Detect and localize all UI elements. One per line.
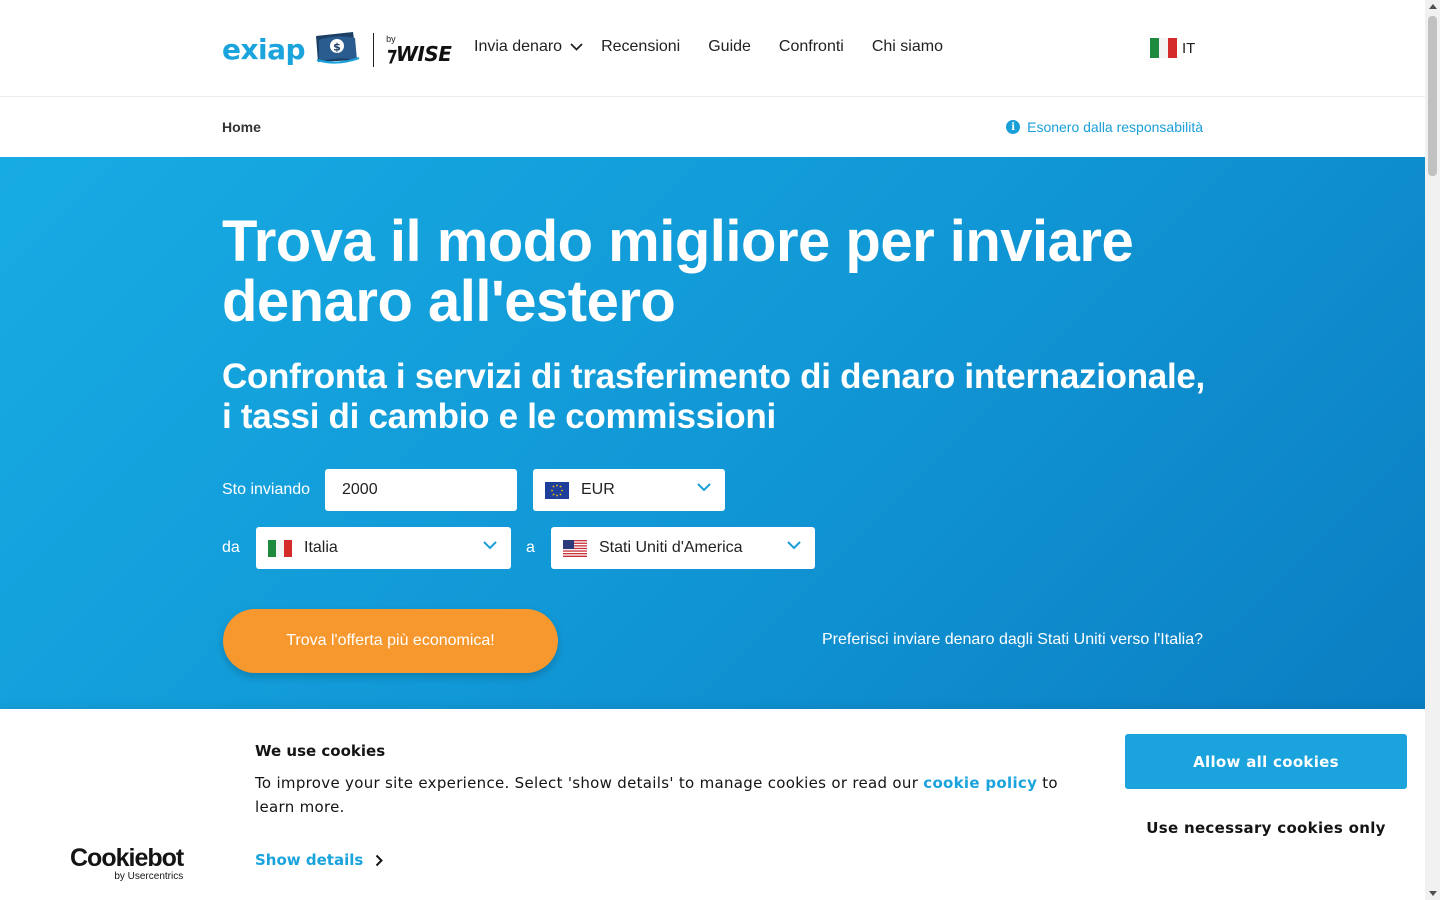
from-label: da — [222, 539, 240, 556]
cookiebot-brand-by: by Usercentrics — [114, 871, 184, 882]
nav-confronti[interactable]: Confronti — [779, 38, 844, 56]
chevron-down-icon — [697, 483, 711, 492]
disclaimer-label: Esonero dalla responsabilità — [1027, 119, 1203, 135]
wise-logo: by ⁊WISE — [386, 35, 452, 66]
show-details-label: Show details — [255, 851, 364, 869]
amount-input[interactable]: 2000 — [325, 469, 517, 511]
hero-section: Trova il modo migliore per inviare denar… — [0, 157, 1425, 717]
italy-flag-icon — [268, 539, 292, 557]
cookie-banner: Cookiebot by Usercentrics We use cookies… — [0, 709, 1425, 900]
page-scrollbar[interactable] — [1425, 0, 1440, 900]
disclaimer-link[interactable]: i Esonero dalla responsabilità — [1006, 119, 1203, 135]
show-details-button[interactable]: Show details — [255, 851, 384, 869]
cookie-policy-link[interactable]: cookie policy — [923, 774, 1037, 792]
currency-select[interactable]: EUR — [533, 469, 725, 511]
scroll-down-arrow-icon[interactable] — [1429, 891, 1437, 896]
wise-text: ⁊WISE — [386, 42, 452, 66]
breadcrumb: Home i Esonero dalla responsabilità — [0, 97, 1425, 157]
cookiebot-logo: Cookiebot by Usercentrics — [70, 844, 184, 882]
nav-guide[interactable]: Guide — [708, 38, 751, 56]
cookie-description: To improve your site experience. Select … — [255, 771, 1095, 819]
cookie-text-before: To improve your site experience. Select … — [255, 774, 924, 792]
language-label: IT — [1182, 39, 1196, 57]
cookie-title: We use cookies — [255, 742, 386, 760]
main-nav: Invia denaro Recensioni Guide Confronti … — [474, 38, 971, 56]
necessary-cookies-button[interactable]: Use necessary cookies only — [1125, 809, 1407, 847]
hero-title: Trova il modo migliore per inviare denar… — [222, 209, 1134, 334]
nav-invia-denaro[interactable]: Invia denaro — [474, 38, 583, 56]
chevron-down-icon — [570, 43, 583, 51]
chevron-right-icon — [376, 854, 384, 866]
site-logo[interactable]: exiap $ by ⁊WISE — [222, 30, 452, 69]
language-switcher[interactable]: IT — [1150, 38, 1195, 58]
reverse-direction-link[interactable]: Preferisci inviare denaro dagli Stati Un… — [822, 631, 1203, 649]
logo-divider — [373, 32, 375, 67]
currency-value: EUR — [581, 481, 615, 498]
chevron-down-icon — [483, 541, 497, 550]
chevron-down-icon — [787, 541, 801, 550]
allow-all-cookies-button[interactable]: Allow all cookies — [1125, 734, 1407, 789]
hero-subtitle: Confronta i servizi di trasferimento di … — [222, 357, 1205, 436]
svg-text:$: $ — [333, 41, 341, 54]
from-country-select[interactable]: Italia — [256, 527, 511, 569]
cookiebot-brand: Cookiebot — [70, 844, 184, 872]
nav-chi-siamo[interactable]: Chi siamo — [872, 38, 943, 56]
to-label: a — [526, 539, 535, 556]
info-icon: i — [1006, 120, 1021, 134]
logo-text: exiap — [222, 33, 306, 66]
from-country-value: Italia — [304, 539, 338, 556]
italy-flag-icon — [1150, 38, 1177, 58]
site-header: exiap $ by ⁊WISE Invia denaro Recensioni… — [0, 0, 1425, 97]
nav-label: Invia denaro — [474, 38, 563, 55]
wise-flag-icon: ⁊ — [386, 42, 396, 66]
sending-label: Sto inviando — [222, 481, 311, 498]
to-country-select[interactable]: Stati Uniti d'America — [551, 527, 815, 569]
eu-flag-icon — [545, 481, 569, 499]
amount-value: 2000 — [342, 481, 378, 498]
wallet-icon: $ — [313, 30, 361, 69]
scrollbar-thumb[interactable] — [1428, 16, 1437, 176]
find-cheapest-button[interactable]: Trova l'offerta più economica! — [223, 609, 558, 673]
wise-label: WISE — [395, 42, 452, 66]
to-country-value: Stati Uniti d'America — [599, 539, 743, 556]
nav-recensioni[interactable]: Recensioni — [601, 38, 680, 56]
breadcrumb-home[interactable]: Home — [222, 119, 261, 135]
scroll-up-arrow-icon[interactable] — [1429, 4, 1437, 9]
us-flag-icon — [563, 539, 587, 557]
